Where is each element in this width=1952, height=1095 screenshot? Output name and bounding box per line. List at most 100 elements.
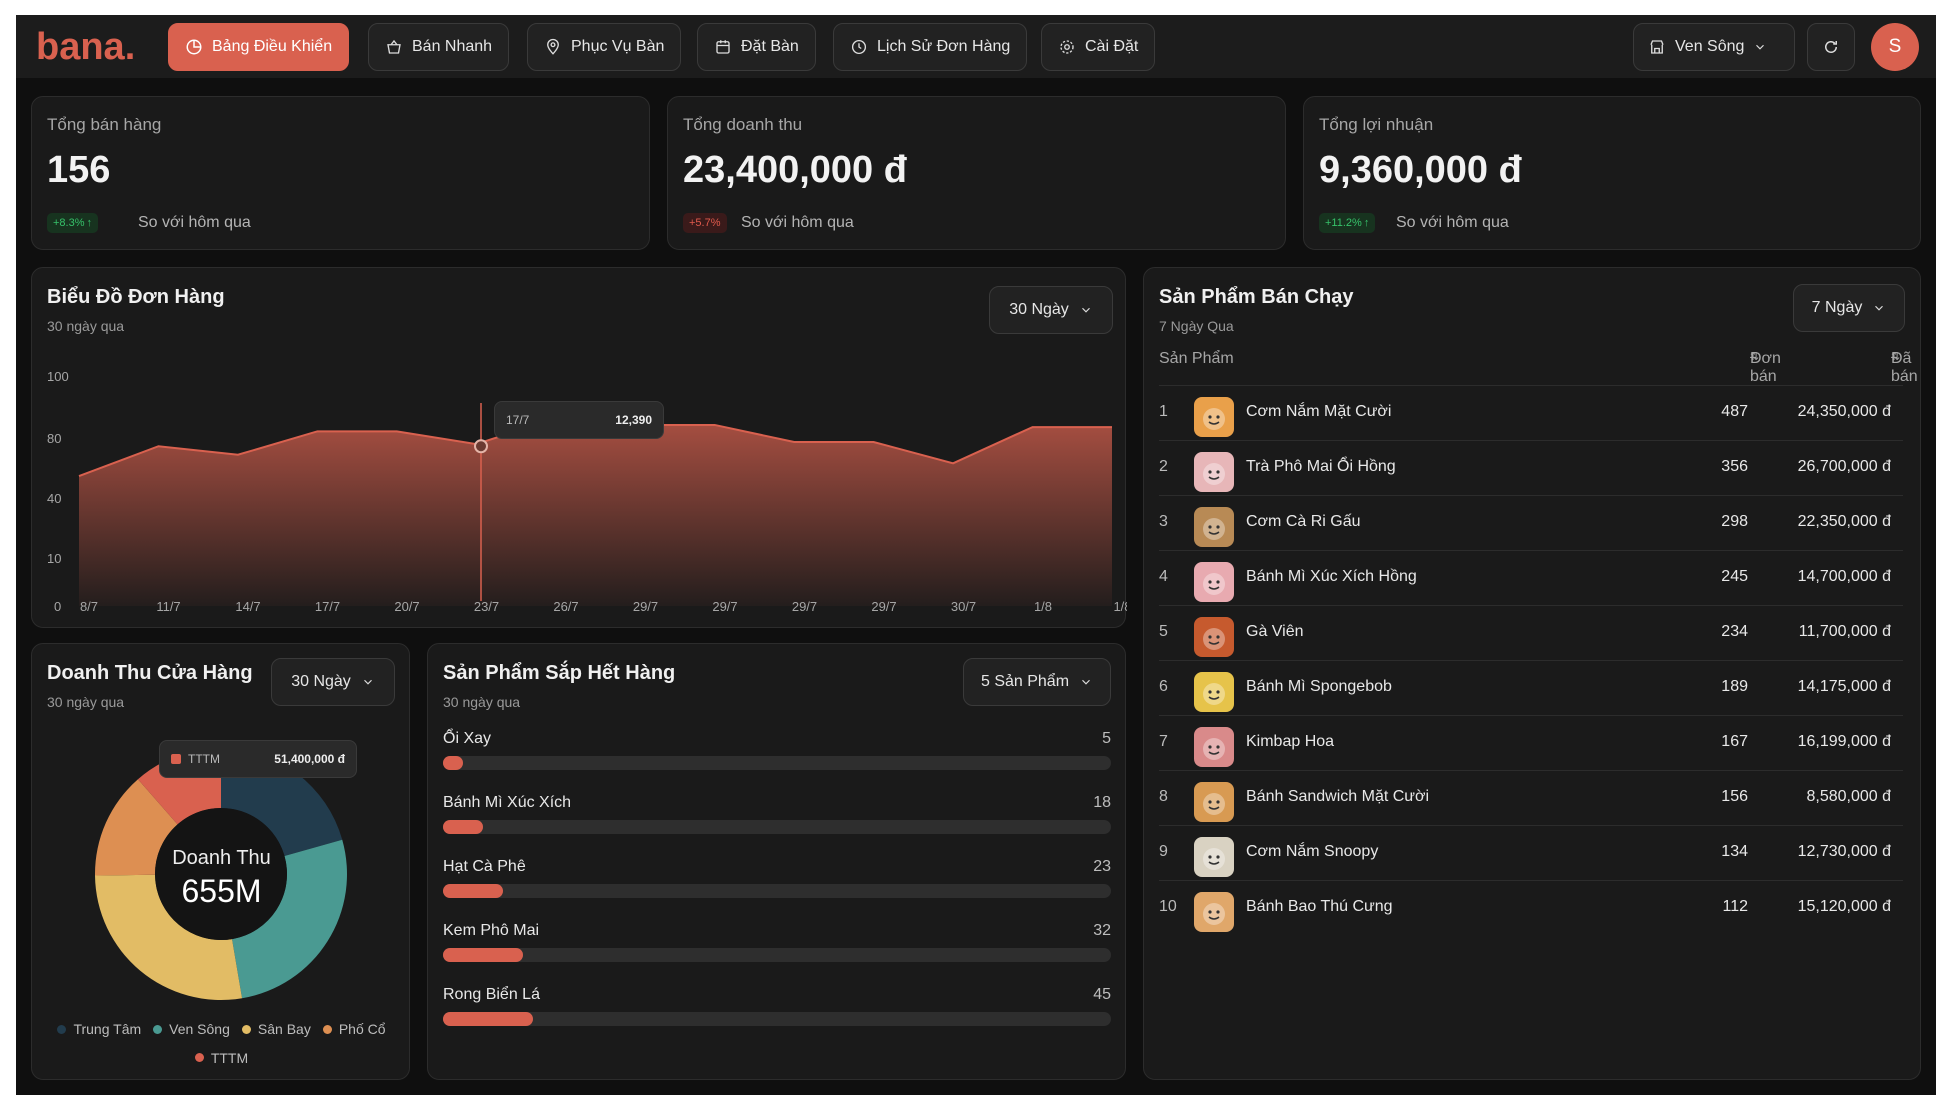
table-row[interactable]: 7 Kimbap Hoa 167 16,199,000 đ (1159, 715, 1903, 770)
kpi-compare: So với hôm qua (138, 214, 251, 231)
low-stock-panel: Sản Phẩm Sắp Hết Hàng 30 ngày qua 5 Sản … (427, 643, 1126, 1080)
legend-item[interactable]: Ven Sông (153, 1015, 230, 1043)
table-row[interactable]: 6 Bánh Mì Spongebob 189 14,175,000 đ (1159, 660, 1903, 715)
product-image (1203, 518, 1225, 540)
product-orders: 245 (1721, 568, 1748, 585)
orders-area-chart: 0 10 40 80 100 8/7 11/7 14/7 17/7 20/7 23/7 26/7 29/… (47, 369, 1127, 614)
x-tick-label: 30/7 (951, 599, 976, 614)
row-rank: 7 (1159, 733, 1168, 750)
kpi-change-value: +5.7% (689, 217, 721, 229)
nav-quick-sale[interactable]: Bán Nhanh (368, 23, 510, 71)
store-selector[interactable]: Ven Sông (1633, 23, 1795, 71)
nav-order-history[interactable]: Lịch Sử Đơn Hàng (833, 23, 1028, 71)
revenue-range-dropdown[interactable]: 30 Ngày (271, 658, 395, 706)
column-product: Sản Phẩm (1159, 350, 1234, 367)
chevron-down-icon (1082, 679, 1090, 685)
low-stock-range-dropdown[interactable]: 5 Sản Phẩm (963, 658, 1111, 706)
donut-tooltip: TTTM 51,400,000 đ (159, 740, 357, 778)
product-image (1203, 408, 1225, 430)
sort-icon: ⇅ (1750, 351, 1760, 363)
table-row[interactable]: 5 Gà Viên 234 11,700,000 đ (1159, 605, 1903, 660)
table-row[interactable]: 1 Cơm Nắm Mặt Cười 487 24,350,000 đ (1159, 385, 1903, 440)
product-orders: 134 (1721, 843, 1748, 860)
stock-item: Kem Phô Mai 32 (443, 922, 1111, 972)
product-thumbnail (1194, 397, 1234, 437)
row-rank: 8 (1159, 788, 1168, 805)
nav-dashboard[interactable]: Bảng Điều Khiển (168, 23, 350, 71)
legend-item[interactable]: TTTM (194, 1044, 248, 1072)
low-stock-range-label: 5 Sản Phẩm (980, 673, 1070, 690)
table-row[interactable]: 2 Trà Phô Mai Ổi Hồng 356 26,700,000 đ (1159, 440, 1903, 495)
stock-bar-track (443, 948, 1111, 962)
nav-order-history-label: Lịch Sử Đơn Hàng (877, 38, 1011, 55)
product-thumbnail (1194, 562, 1234, 602)
legend-item[interactable]: Sân Bay (241, 1015, 311, 1043)
product-name: Bánh Bao Thú Cưng (1246, 898, 1393, 915)
x-tick-label: 14/7 (235, 599, 260, 614)
table-row[interactable]: 4 Bánh Mì Xúc Xích Hồng 245 14,700,000 đ (1159, 550, 1903, 605)
chevron-down-icon (1875, 305, 1884, 311)
legend-item[interactable]: Trung Tâm (57, 1015, 141, 1043)
bana-logo[interactable]: bana. (36, 27, 156, 67)
y-tick-label: 80 (47, 431, 61, 446)
kpi-card-revenue: Tổng doanh thu 23,400,000 đ +5.7% So với… (667, 96, 1286, 250)
kpi-compare: So với hôm qua (1396, 214, 1509, 231)
product-sold: 8,580,000 đ (1806, 788, 1891, 805)
legend-item[interactable]: Phố Cổ (322, 1015, 386, 1043)
panel-title: Sản Phẩm Bán Chạy (1159, 286, 1354, 308)
legend-label: Sân Bay (257, 1021, 311, 1037)
stock-bar-track (443, 1012, 1111, 1026)
kpi-value: 23,400,000 đ (683, 149, 907, 191)
kpi-title: Tổng doanh thu (683, 115, 803, 134)
x-tick-label: 26/7 (553, 599, 578, 614)
product-orders: 112 (1722, 898, 1748, 915)
orders-chart-panel: Biểu Đồ Đơn Hàng 30 ngày qua 30 Ngày 0 10… (31, 267, 1127, 628)
nav-reservation-label: Đặt Bàn (741, 38, 799, 55)
product-sold: 15,120,000 đ (1797, 898, 1891, 915)
table-row[interactable]: 8 Bánh Sandwich Mặt Cười 156 8,580,000 đ (1159, 770, 1903, 825)
stock-bar-track (443, 756, 1111, 770)
top-navigation: bana. Bảng Điều Khiển Bán Nhanh Phục Vụ … (16, 15, 1936, 78)
stock-bar-track (443, 884, 1111, 898)
panel-title: Doanh Thu Cửa Hàng (47, 662, 253, 684)
best-sellers-range-dropdown[interactable]: 7 Ngày (1793, 284, 1905, 332)
nav-table-service[interactable]: Phục Vụ Bàn (527, 23, 682, 71)
product-sold: 22,350,000 đ (1797, 513, 1891, 530)
product-thumbnail (1194, 452, 1234, 492)
product-sold: 14,700,000 đ (1797, 568, 1891, 585)
product-orders: 234 (1721, 623, 1748, 640)
row-rank: 1 (1159, 403, 1168, 420)
stock-item: Bánh Mì Xúc Xích 18 (443, 794, 1111, 844)
product-orders: 356 (1721, 458, 1748, 475)
area-fill (79, 418, 1112, 606)
logo-text: bana. (36, 27, 135, 67)
y-tick-label: 0 (54, 599, 61, 614)
nav-settings[interactable]: Cài Đặt (1041, 23, 1156, 71)
product-sold: 12,730,000 đ (1797, 843, 1891, 860)
legend-swatch (57, 1024, 67, 1034)
kpi-change-badge: +8.3% ↑ (47, 213, 98, 233)
stock-bar-fill (443, 884, 504, 898)
table-row[interactable]: 3 Cơm Cà Ri Gấu 298 22,350,000 đ (1159, 495, 1903, 550)
nav-reservation[interactable]: Đặt Bàn (697, 23, 816, 71)
product-thumbnail (1194, 782, 1234, 822)
location-icon (547, 38, 559, 55)
product-image (1203, 738, 1225, 760)
product-image (1203, 793, 1225, 815)
user-avatar[interactable]: S (1871, 23, 1919, 71)
product-sold: 26,700,000 đ (1797, 458, 1891, 475)
kpi-card-profit: Tổng lợi nhuận 9,360,000 đ +11.2% ↑ So vớ… (1303, 96, 1921, 250)
product-thumbnail (1194, 892, 1234, 932)
product-orders: 167 (1721, 733, 1748, 750)
refresh-button[interactable] (1807, 23, 1855, 71)
legend-swatch (194, 1053, 204, 1062)
stock-item: Hạt Cà Phê 23 (443, 858, 1111, 908)
table-row[interactable]: 10 Bánh Bao Thú Cưng 112 15,120,000 đ (1159, 880, 1903, 935)
panel-subtitle: 30 ngày qua (47, 694, 125, 710)
stock-bar-fill (443, 948, 524, 962)
tooltip-date: 17/7 (506, 413, 530, 427)
panel-title: Sản Phẩm Sắp Hết Hàng (443, 662, 676, 684)
y-tick-label: 100 (47, 369, 69, 384)
row-rank: 9 (1159, 843, 1168, 860)
table-row[interactable]: 9 Cơm Nắm Snoopy 134 12,730,000 đ (1159, 825, 1903, 880)
